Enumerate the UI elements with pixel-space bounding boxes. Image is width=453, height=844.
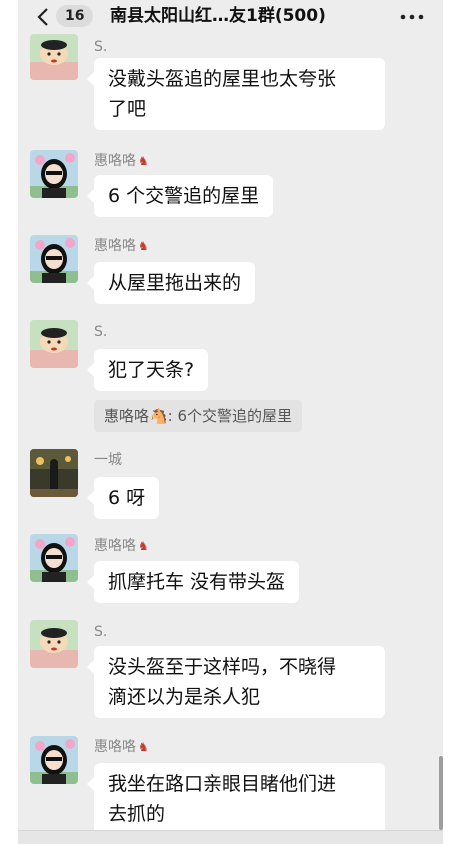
message-text: 犯了天条?: [108, 359, 195, 381]
sender-name-text: 惠咯咯: [94, 153, 136, 169]
horse-emoji-icon: ♞: [138, 239, 149, 253]
avatar[interactable]: [30, 449, 78, 497]
avatar[interactable]: [30, 620, 78, 668]
message-text: 了吧: [108, 98, 147, 120]
message-bubble[interactable]: 6 个交警追的屋里: [86, 175, 274, 217]
avatar[interactable]: [30, 320, 78, 368]
sender-name-text: 惠咯咯: [94, 238, 136, 254]
unread-count-badge[interactable]: 16: [56, 5, 94, 27]
sender-name: 一城: [94, 452, 122, 468]
message-bubble[interactable]: 抓摩托车 没有带头盔: [86, 561, 300, 603]
chat-title: 南县太阳山红…友1群(500): [110, 6, 326, 26]
message-text: 从屋里拖出来的: [108, 272, 242, 294]
message-bubble[interactable]: 我坐在路口亲眼目睹他们进 去抓的: [87, 763, 385, 835]
horse-emoji-icon: ♞: [138, 154, 149, 168]
horse-emoji-icon: ♞: [138, 539, 149, 553]
back-arrow-icon[interactable]: [34, 7, 54, 27]
quoted-message[interactable]: 惠咯咯🐴: 6个交警追的屋里: [94, 400, 303, 432]
message-text: 没头盔至于这样吗，不晓得: [108, 656, 337, 678]
avatar[interactable]: [30, 235, 78, 283]
message-text: 滴还以为是杀人犯: [108, 686, 261, 708]
sender-name: S.: [94, 39, 108, 55]
message-bubble[interactable]: 没头盔至于这样吗，不晓得 滴还以为是杀人犯: [87, 646, 385, 718]
message-bubble[interactable]: 6 呀: [86, 477, 160, 519]
message-text: 去抓的: [108, 803, 166, 825]
message-text: 抓摩托车 没有带头盔: [108, 571, 286, 593]
avatar[interactable]: [30, 534, 78, 582]
scrollbar[interactable]: [439, 756, 443, 830]
sender-name: 惠咯咯 ♞: [94, 152, 149, 170]
more-options-icon[interactable]: [400, 14, 424, 20]
sender-name: 惠咯咯 ♞: [94, 237, 149, 255]
avatar[interactable]: [30, 34, 78, 80]
message-text: 没戴头盔追的屋里也太夸张: [108, 68, 337, 90]
sender-name: S.: [94, 624, 108, 640]
message-text: 我坐在路口亲眼目睹他们进: [108, 773, 337, 795]
chat-screen: 16 南县太阳山红…友1群(500) S. 没戴头盔追的屋里也太夸张 了吧 惠咯…: [18, 0, 443, 844]
avatar[interactable]: [30, 150, 78, 198]
message-text: 6 个交警追的屋里: [108, 185, 260, 207]
sender-name: 惠咯咯 ♞: [94, 537, 149, 555]
message-bubble[interactable]: 犯了天条?: [86, 349, 209, 391]
message-text: 6 呀: [108, 487, 146, 509]
horse-emoji-icon: ♞: [138, 740, 149, 754]
sender-name: S.: [94, 324, 108, 340]
avatar[interactable]: [30, 736, 78, 784]
message-bubble[interactable]: 从屋里拖出来的: [86, 262, 256, 304]
sender-name: 惠咯咯 ♞: [94, 738, 149, 756]
sender-name-text: 惠咯咯: [94, 538, 136, 554]
top-bar: 16 南县太阳山红…友1群(500): [18, 0, 443, 34]
bottom-edge: [18, 830, 443, 844]
message-bubble[interactable]: 没戴头盔追的屋里也太夸张 了吧: [87, 58, 385, 130]
sender-name-text: 惠咯咯: [94, 739, 136, 755]
